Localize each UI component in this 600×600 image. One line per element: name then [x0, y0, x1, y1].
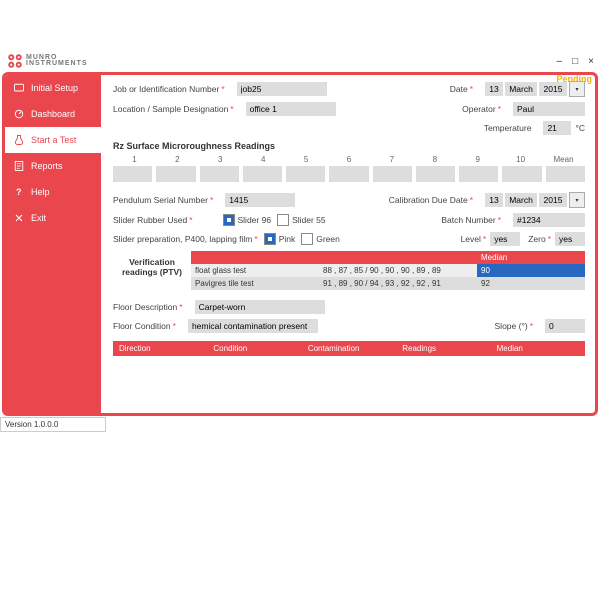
ver-median: 92 [477, 277, 585, 290]
rz-input-8[interactable] [416, 166, 455, 182]
floor-cond-label: Floor Condition* [113, 321, 176, 331]
nav-start-test[interactable]: Start a Test [5, 127, 101, 153]
cdd-day[interactable] [485, 193, 503, 207]
level-input[interactable] [490, 232, 520, 246]
rz-headers: 12345678910Mean [113, 155, 585, 164]
rz-input-10[interactable] [502, 166, 541, 182]
psn-label: Pendulum Serial Number* [113, 195, 213, 205]
location-label: Location / Sample Designation* [113, 104, 234, 114]
close-button[interactable]: × [588, 56, 594, 67]
results-header: DirectionConditionContaminationReadingsM… [113, 341, 585, 356]
nav-label: Dashboard [31, 109, 75, 119]
ver-values: 91 , 89 , 90 / 94 , 93 , 92 , 92 , 91 [319, 277, 477, 290]
ver-name: float glass test [191, 264, 319, 277]
nav-label: Help [31, 187, 50, 197]
temperature-input[interactable] [543, 121, 571, 135]
nav-initial-setup[interactable]: Initial Setup [5, 75, 101, 101]
date-year[interactable] [539, 82, 567, 96]
brand-sub: INSTRUMENTS [26, 61, 88, 67]
pink-label: Pink [279, 234, 296, 244]
level-label: Level* [461, 234, 487, 244]
zero-input[interactable] [555, 232, 585, 246]
floor-cond-input[interactable] [188, 319, 318, 333]
psn-input[interactable] [225, 193, 295, 207]
floor-desc-input[interactable] [195, 300, 325, 314]
temperature-label: Temperature [484, 123, 532, 133]
batch-input[interactable] [513, 213, 585, 227]
zero-label: Zero* [528, 234, 551, 244]
verification-header: Median [191, 251, 585, 264]
nav-reports[interactable]: Reports [5, 153, 101, 179]
temperature-unit: °C [575, 123, 585, 133]
cdd-month[interactable] [505, 193, 537, 207]
batch-label: Batch Number* [441, 215, 501, 225]
rz-inputs [113, 166, 585, 182]
slope-input[interactable] [545, 319, 585, 333]
rz-input-2[interactable] [156, 166, 195, 182]
date-day[interactable] [485, 82, 503, 96]
sru-label: Slider Rubber Used* [113, 215, 193, 225]
location-input[interactable] [246, 102, 336, 116]
green-checkbox[interactable] [301, 233, 313, 245]
calendar-icon[interactable]: ▾ [569, 192, 585, 208]
pink-checkbox[interactable] [264, 233, 276, 245]
ver-name: Pavigres tile test [191, 277, 319, 290]
floor-desc-label: Floor Description* [113, 302, 183, 312]
rz-input-9[interactable] [459, 166, 498, 182]
sp-label: Slider preparation, P400, lapping film* [113, 234, 258, 244]
date-month[interactable] [505, 82, 537, 96]
slider55-checkbox[interactable] [277, 214, 289, 226]
nav-label: Start a Test [31, 135, 76, 145]
ver-values: 88 , 87 , 85 / 90 , 90 , 90 , 89 , 89 [319, 264, 477, 277]
nav-label: Initial Setup [31, 83, 78, 93]
minimize-button[interactable]: – [557, 56, 563, 67]
verification-row[interactable]: float glass test 88 , 87 , 85 / 90 , 90 … [191, 264, 585, 277]
slope-label: Slope (°)* [495, 321, 533, 331]
ver-median: 90 [477, 264, 585, 277]
rz-input-5[interactable] [286, 166, 325, 182]
rz-input-1[interactable] [113, 166, 152, 182]
job-label: Job or Identification Number* [113, 84, 225, 94]
slider96-checkbox[interactable] [223, 214, 235, 226]
operator-label: Operator* [462, 104, 501, 114]
app-logo: MUNROINSTRUMENTS [6, 52, 88, 70]
rz-mean [546, 166, 585, 182]
verification-row[interactable]: Pavigres tile test 91 , 89 , 90 / 94 , 9… [191, 277, 585, 290]
green-label: Green [316, 234, 340, 244]
rz-input-6[interactable] [329, 166, 368, 182]
sidebar: Initial Setup Dashboard Start a Test Rep… [5, 75, 101, 413]
nav-label: Exit [31, 213, 46, 223]
maximize-button[interactable]: □ [572, 56, 578, 67]
status-pending: Pending [557, 74, 593, 84]
verification-label: Verification readings (PTV) [113, 251, 191, 277]
version-label: Version 1.0.0.0 [0, 417, 106, 432]
rz-title: Rz Surface Microroughness Readings [113, 141, 585, 151]
nav-help[interactable]: ? Help [5, 179, 101, 205]
date-label: Date* [450, 84, 473, 94]
cdd-picker[interactable]: ▾ [485, 192, 585, 208]
nav-label: Reports [31, 161, 63, 171]
svg-text:?: ? [16, 187, 22, 197]
titlebar: MUNROINSTRUMENTS – □ × [0, 50, 600, 72]
cdd-label: Calibration Due Date* [389, 195, 473, 205]
slider55-label: Slider 55 [292, 215, 326, 225]
slider96-label: Slider 96 [238, 215, 272, 225]
main-panel: Job or Identification Number* Date* ▾ Lo… [101, 75, 595, 413]
rz-input-7[interactable] [373, 166, 412, 182]
rz-input-3[interactable] [200, 166, 239, 182]
job-input[interactable] [237, 82, 327, 96]
cdd-year[interactable] [539, 193, 567, 207]
rz-input-4[interactable] [243, 166, 282, 182]
operator-input[interactable] [513, 102, 585, 116]
nav-dashboard[interactable]: Dashboard [5, 101, 101, 127]
nav-exit[interactable]: Exit [5, 205, 101, 231]
